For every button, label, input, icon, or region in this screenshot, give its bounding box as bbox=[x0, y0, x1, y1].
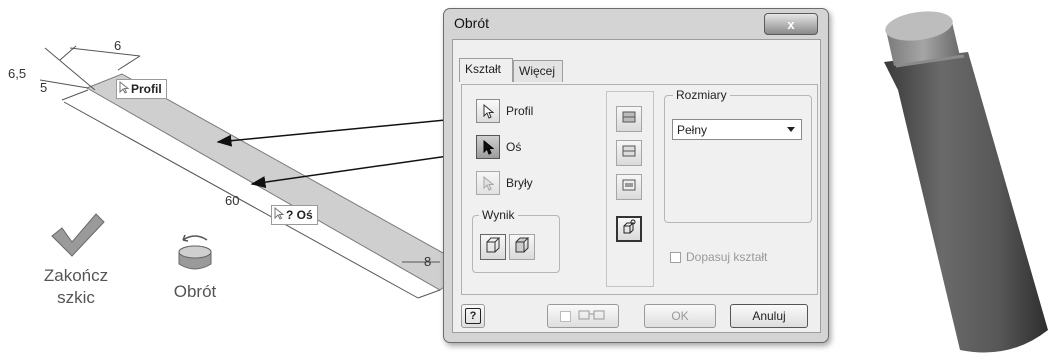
tab-more[interactable]: Więcej bbox=[513, 60, 563, 82]
profile-selector[interactable]: Profil bbox=[476, 99, 533, 123]
checkmark-icon bbox=[36, 210, 116, 265]
cut-icon bbox=[621, 143, 637, 164]
revolve-icon bbox=[163, 232, 227, 281]
revolved-part-preview bbox=[884, 11, 1048, 353]
cancel-button[interactable]: Anuluj bbox=[730, 304, 808, 328]
close-icon: x bbox=[787, 16, 795, 32]
sketch-profile-face[interactable] bbox=[85, 73, 470, 291]
dialog-body: Kształt Więcej Profil Oś Bryły Wynik Roz… bbox=[452, 39, 821, 333]
revolve-button[interactable]: Obrót bbox=[163, 232, 227, 303]
output-group: Wynik bbox=[472, 208, 560, 273]
cursor-icon bbox=[274, 206, 285, 223]
extents-legend: Rozmiary bbox=[673, 88, 730, 102]
finish-sketch-button[interactable]: Zakończ szkic bbox=[36, 210, 116, 309]
dialog-title: Obrót bbox=[454, 15, 490, 31]
new-solid-button[interactable] bbox=[616, 216, 642, 242]
extents-group: Rozmiary bbox=[664, 88, 812, 223]
match-shape-checkbox[interactable]: Dopasuj kształt bbox=[670, 250, 767, 264]
help-icon: ? bbox=[465, 308, 481, 324]
cursor-icon bbox=[476, 135, 500, 159]
join-icon bbox=[621, 109, 637, 130]
revolve-label: Obrót bbox=[173, 282, 217, 301]
revolve-dialog: Obrót x Kształt Więcej Profil Oś Bryły W… bbox=[443, 8, 829, 343]
output-legend: Wynik bbox=[479, 208, 518, 222]
dimension-thickness: 6,5 bbox=[8, 66, 27, 81]
intersect-icon bbox=[621, 177, 637, 198]
finish-label-line1: Zakończ bbox=[43, 266, 109, 285]
check-icon bbox=[559, 310, 571, 322]
cut-operation-button[interactable] bbox=[616, 140, 642, 166]
cursor-icon bbox=[476, 99, 500, 123]
extents-dropdown[interactable]: Pełny bbox=[672, 119, 802, 140]
dimension-length: 60 bbox=[225, 193, 240, 208]
match-shape-label: Dopasuj kształt bbox=[686, 250, 768, 264]
axis-tooltip: ? Oś bbox=[271, 205, 318, 225]
help-button[interactable]: ? bbox=[461, 304, 485, 328]
solids-selector[interactable]: Bryły bbox=[476, 171, 533, 195]
dimension-inner: 5 bbox=[40, 80, 48, 95]
cursor-icon bbox=[476, 171, 500, 195]
solid-body-icon bbox=[484, 236, 502, 259]
checkbox-box bbox=[670, 251, 681, 263]
preview-button[interactable] bbox=[547, 304, 619, 328]
axis-selector[interactable]: Oś bbox=[476, 135, 521, 159]
new-solid-icon bbox=[621, 219, 637, 240]
profile-leader-arrow bbox=[216, 116, 470, 147]
extents-value: Pełny bbox=[677, 122, 708, 137]
ok-button[interactable]: OK bbox=[644, 304, 716, 328]
intersect-operation-button[interactable] bbox=[616, 174, 642, 200]
finish-label-line2: szkic bbox=[57, 288, 95, 307]
tab-shape[interactable]: Kształt bbox=[459, 58, 513, 82]
output-solid-button[interactable] bbox=[480, 234, 506, 260]
close-button[interactable]: x bbox=[764, 13, 818, 35]
operation-strip bbox=[606, 91, 654, 287]
dimension-end: 8 bbox=[424, 254, 432, 269]
output-surface-button[interactable] bbox=[509, 234, 535, 260]
join-operation-button[interactable] bbox=[616, 106, 642, 132]
dimension-width: 6 bbox=[114, 38, 122, 53]
chevron-down-icon bbox=[787, 127, 795, 132]
glasses-icon bbox=[577, 308, 607, 325]
surface-body-icon bbox=[513, 236, 531, 259]
profile-tooltip: Profil bbox=[116, 79, 167, 99]
cursor-icon bbox=[119, 80, 130, 97]
